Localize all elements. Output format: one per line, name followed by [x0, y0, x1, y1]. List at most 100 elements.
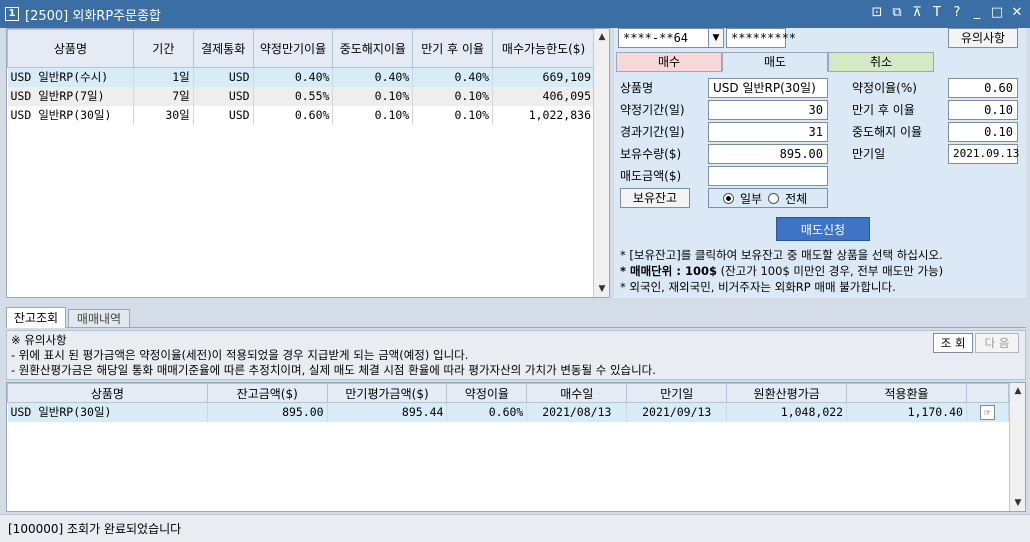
cell-product-name: USD 일반RP(30일) — [7, 402, 208, 422]
col-balance-amount[interactable]: 잔고금액($) — [206, 383, 328, 403]
cell-contract-rate: 0.55% — [253, 86, 334, 106]
product-label: 상품명 — [620, 81, 654, 95]
sell-type-radio-group: 일부 전체 — [708, 188, 828, 208]
balance-table: 상품명 잔고금액($) 만기평가금액($) 약정이율 매수일 만기일 원환산평가… — [7, 383, 1010, 422]
status-text: [100000] 조회가 완료되었습니다 — [8, 522, 182, 536]
help-icon[interactable]: ? — [950, 5, 964, 20]
cell-early-rate: 0.10% — [332, 105, 414, 125]
term-label: 약정기간(일) — [620, 103, 685, 117]
select-hand-icon[interactable]: ☞ — [980, 404, 995, 420]
tab-balance-query[interactable]: 잔고조회 — [6, 307, 66, 328]
notice-button[interactable]: 유의사항 — [948, 28, 1018, 48]
minimize-icon[interactable]: _ — [970, 5, 984, 20]
account-dropdown-icon[interactable]: ▼ — [708, 28, 724, 48]
col-product-name[interactable]: 상품명 — [7, 29, 134, 68]
radio-all-label[interactable]: 전체 — [785, 190, 807, 207]
password-field[interactable]: ********* — [726, 28, 796, 48]
product-field[interactable]: USD 일반RP(30일) — [708, 78, 828, 98]
scroll-down-icon[interactable]: ▼ — [1010, 495, 1026, 511]
col-contract-rate[interactable]: 약정이율 — [446, 383, 528, 403]
maturity-label: 만기일 — [852, 147, 886, 161]
rate-label: 약정이율(%) — [852, 81, 917, 95]
note-line: (잔고가 100$ 미만인 경우, 전부 매도만 가능) — [716, 264, 944, 278]
col-contract-rate[interactable]: 약정만기이율 — [252, 29, 334, 68]
maximize-icon[interactable]: □ — [990, 5, 1004, 20]
col-post-rate[interactable]: 만기 후 이율 — [412, 29, 494, 68]
post-rate-label: 만기 후 이율 — [852, 103, 915, 117]
tab-cancel[interactable]: 취소 — [828, 52, 934, 72]
notice-panel: ※ 유의사항 - 위에 표시 된 평가금액은 약정이율(세전)이 적용되었을 경… — [6, 330, 1026, 380]
scroll-up-icon[interactable]: ▲ — [594, 29, 610, 45]
col-maturity-value[interactable]: 만기평가금액($) — [326, 383, 448, 403]
cell-currency: USD — [193, 86, 254, 106]
pin-icon[interactable]: ⊼ — [910, 5, 924, 20]
balance-table-panel: 상품명 잔고금액($) 만기평가금액($) 약정이율 매수일 만기일 원환산평가… — [6, 382, 1026, 512]
notice-heading: ※ 유의사항 — [11, 333, 67, 347]
col-action — [965, 383, 1010, 403]
cell-early-rate: 0.10% — [332, 86, 414, 106]
cell-buy-limit: 669,109 — [492, 67, 595, 87]
cell-post-rate: 0.40% — [412, 67, 494, 87]
window-number: 1 — [5, 7, 19, 21]
scroll-up-icon[interactable]: ▲ — [1010, 383, 1026, 399]
product-row[interactable]: USD 일반RP(7일) 7일 USD 0.55% 0.10% 0.10% 40… — [7, 86, 595, 106]
cell-term: 7일 — [133, 86, 194, 106]
col-term[interactable]: 기간 — [132, 29, 194, 68]
cell-exchange-rate: 1,170.40 — [846, 402, 967, 422]
col-buy-limit[interactable]: 매수가능한도($) — [492, 29, 595, 68]
bottom-tab-bar: 잔고조회 매매내역 — [6, 306, 1026, 328]
copy-window-icon[interactable]: ⧉ — [890, 5, 904, 20]
product-row[interactable]: USD 일반RP(수시) 1일 USD 0.40% 0.40% 0.40% 66… — [7, 67, 595, 87]
col-maturity-date[interactable]: 만기일 — [626, 383, 728, 403]
radio-all-icon[interactable] — [768, 192, 780, 204]
cell-post-rate: 0.10% — [412, 86, 494, 106]
cell-maturity-date: 2021/09/13 — [626, 402, 728, 422]
cell-currency: USD — [193, 67, 254, 87]
cell-action: ☞ — [966, 402, 1010, 422]
notice-line: - 위에 표시 된 평가금액은 약정이율(세전)이 적용되었을 경우 지급받게 … — [11, 348, 469, 362]
elapsed-field: 31 — [708, 122, 828, 142]
cell-post-rate: 0.10% — [412, 105, 494, 125]
scroll-down-icon[interactable]: ▼ — [594, 281, 610, 297]
cell-krw-value: 1,048,022 — [726, 402, 848, 422]
col-early-rate[interactable]: 중도해지이율 — [332, 29, 414, 68]
order-notes: * [보유잔고]를 클릭하여 보유잔고 중 매도할 상품을 선택 하십시오. *… — [620, 247, 1024, 295]
product-scrollbar[interactable]: ▲ ▼ — [593, 29, 609, 297]
tab-trade-history[interactable]: 매매내역 — [68, 309, 130, 328]
product-row[interactable]: USD 일반RP(30일) 30일 USD 0.60% 0.10% 0.10% … — [7, 105, 595, 125]
radio-partial-label[interactable]: 일부 — [740, 190, 762, 207]
balance-button[interactable]: 보유잔고 — [620, 188, 690, 208]
font-icon[interactable]: T — [930, 5, 944, 20]
balance-row[interactable]: USD 일반RP(30일) 895.00 895.44 0.60% 2021/0… — [7, 402, 1010, 422]
cell-contract-rate: 0.60% — [253, 105, 334, 125]
cell-balance-amount: 895.00 — [207, 402, 328, 422]
col-exchange-rate[interactable]: 적용환율 — [846, 383, 967, 403]
notice-line: - 원환산평가금은 해당일 통화 매매기준율에 따른 추정치이며, 실제 매도 … — [11, 363, 656, 377]
balance-table-header: 상품명 잔고금액($) 만기평가금액($) 약정이율 매수일 만기일 원환산평가… — [7, 383, 1010, 403]
note-line: * [보유잔고]를 클릭하여 보유잔고 중 매도할 상품을 선택 하십시오. — [620, 248, 943, 262]
tab-buy[interactable]: 매수 — [616, 52, 722, 72]
post-rate-field: 0.10 — [948, 100, 1018, 120]
col-currency[interactable]: 결제통화 — [192, 29, 254, 68]
cell-term: 1일 — [133, 67, 194, 87]
sell-amount-field[interactable] — [708, 166, 828, 186]
cell-product-name: USD 일반RP(30일) — [7, 105, 134, 125]
radio-partial-icon[interactable] — [723, 192, 734, 204]
balance-scrollbar[interactable]: ▲ ▼ — [1009, 383, 1025, 511]
tab-sell[interactable]: 매도 — [722, 52, 828, 72]
holding-label: 보유수량($) — [620, 147, 682, 161]
col-buy-date[interactable]: 매수일 — [526, 383, 628, 403]
close-icon[interactable]: ✕ — [1010, 5, 1024, 20]
col-krw-value[interactable]: 원환산평가금 — [726, 383, 848, 403]
title-icons: ⊡ ⧉ ⊼ T ? _ □ ✕ — [870, 5, 1024, 20]
product-table-panel: 상품명 기간 결제통화 약정만기이율 중도해지이율 만기 후 이율 매수가능한도… — [6, 28, 610, 298]
cell-currency: USD — [193, 105, 254, 125]
next-button[interactable]: 다 음 — [975, 333, 1019, 353]
col-product-name[interactable]: 상품명 — [7, 383, 208, 403]
sell-submit-button[interactable]: 매도신청 — [776, 217, 870, 241]
cell-buy-limit: 1,022,836 — [492, 105, 595, 125]
cell-contract-rate: 0.60% — [446, 402, 528, 422]
early-rate-field: 0.10 — [948, 122, 1018, 142]
query-button[interactable]: 조 회 — [933, 333, 973, 353]
layout-icon[interactable]: ⊡ — [870, 5, 884, 20]
